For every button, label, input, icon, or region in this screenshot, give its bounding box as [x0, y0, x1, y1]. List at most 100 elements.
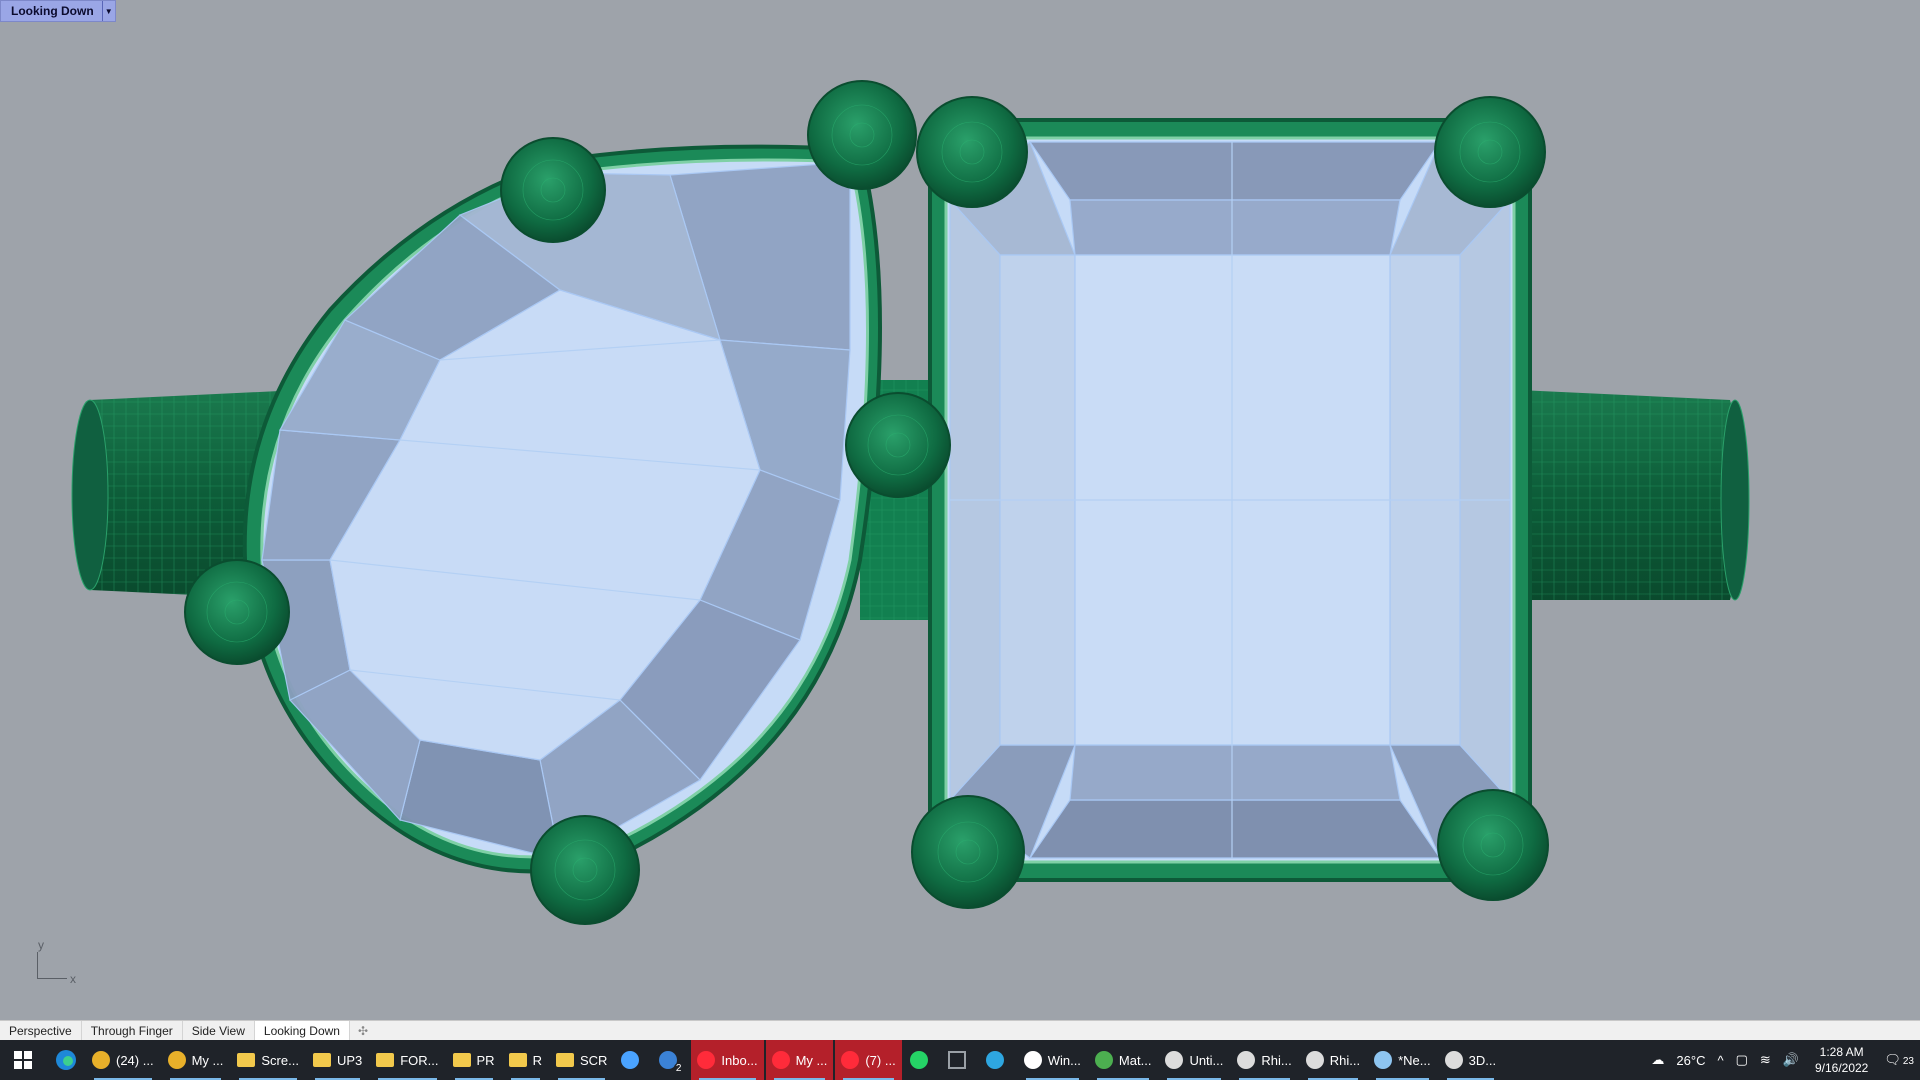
- taskbar-item[interactable]: (24) ...: [86, 1040, 160, 1080]
- viewport-tabs: Perspective Through Finger Side View Loo…: [0, 1020, 1920, 1041]
- weather-icon[interactable]: ☁: [1645, 1052, 1670, 1068]
- taskbar-item[interactable]: [615, 1040, 651, 1080]
- prong: [807, 80, 917, 190]
- notifications-icon[interactable]: 🗨 23: [1878, 1052, 1920, 1068]
- taskbar-item[interactable]: Inbo...: [691, 1040, 764, 1080]
- taskbar-item[interactable]: Unti...: [1159, 1040, 1229, 1080]
- store-icon: [621, 1051, 640, 1069]
- chevron-up-icon[interactable]: ^: [1711, 1053, 1729, 1068]
- prong: [916, 96, 1028, 208]
- taskbar-item[interactable]: SCR: [550, 1040, 613, 1080]
- taskbar-item[interactable]: 2: [653, 1040, 689, 1080]
- notification-count: 23: [1902, 1056, 1914, 1067]
- folder-icon: [376, 1053, 395, 1067]
- viewport-title-label: Looking Down: [11, 4, 94, 18]
- taskbar-item[interactable]: Scre...: [231, 1040, 305, 1080]
- opera-icon: [771, 1051, 790, 1069]
- taskbar-item-label: My ...: [191, 1052, 224, 1068]
- clock-date: 9/16/2022: [1814, 1061, 1869, 1075]
- axis-x-label: x: [70, 972, 76, 986]
- tab-looking-down[interactable]: Looking Down: [254, 1021, 350, 1041]
- taskbar-item-label: FOR...: [400, 1052, 439, 1068]
- opera-icon: [841, 1051, 860, 1069]
- taskbar-item[interactable]: Mat...: [1089, 1040, 1158, 1080]
- viewport-title[interactable]: Looking Down ▼: [0, 0, 116, 22]
- axis-y-label: y: [38, 938, 44, 952]
- edge-icon[interactable]: [46, 1040, 86, 1080]
- taskbar-item-label: Mat...: [1118, 1052, 1152, 1068]
- folder-icon: [508, 1053, 527, 1067]
- taskbar-item[interactable]: *Ne...: [1368, 1040, 1437, 1080]
- folder-icon: [237, 1053, 256, 1067]
- taskbar-item[interactable]: PR: [447, 1040, 501, 1080]
- taskbar-item[interactable]: (7) ...: [835, 1040, 902, 1080]
- prong: [911, 795, 1025, 909]
- chrome-icon: [92, 1051, 110, 1069]
- taskbar-item-label: Win...: [1047, 1052, 1081, 1068]
- taskbar-item[interactable]: Rhi...: [1231, 1040, 1297, 1080]
- axis-indicator: y x: [32, 938, 82, 988]
- taskbar-item-label: (7) ...: [865, 1052, 896, 1068]
- taskbar-item-label: PR: [476, 1052, 495, 1068]
- taskbar-item[interactable]: Win...: [1018, 1040, 1087, 1080]
- taskbar-item-label: R: [532, 1052, 542, 1068]
- taskbar-item-label: Rhi...: [1261, 1052, 1292, 1068]
- tab-perspective[interactable]: Perspective: [0, 1021, 82, 1041]
- chevron-down-icon[interactable]: ▼: [101, 1, 115, 21]
- taskbar-item[interactable]: [904, 1040, 940, 1080]
- tab-through-finger[interactable]: Through Finger: [82, 1021, 183, 1041]
- prong: [500, 137, 606, 243]
- rhino-icon: [1305, 1051, 1324, 1069]
- windows-logo[interactable]: [0, 1040, 46, 1080]
- ring-shank-right: [1520, 390, 1750, 601]
- rhino-icon: [1444, 1051, 1463, 1069]
- tab-side-view[interactable]: Side View: [183, 1021, 255, 1041]
- taskbar-item-label: Scre...: [261, 1052, 299, 1068]
- add-viewport-icon[interactable]: ✣: [350, 1024, 376, 1038]
- taskbar-item[interactable]: [980, 1040, 1016, 1080]
- telegram-icon: [985, 1051, 1004, 1069]
- taskbar-item-label: SCR: [579, 1052, 608, 1068]
- notepad-icon: [1374, 1051, 1393, 1069]
- wifi-icon[interactable]: ≋: [1754, 1052, 1777, 1068]
- taskbar-item[interactable]: My ...: [765, 1040, 834, 1080]
- system-tray: ☁ 26°C ^ ▢ ≋ 🔊 1:28 AM 9/16/2022 🗨 23: [1645, 1040, 1920, 1080]
- folder-icon: [452, 1053, 471, 1067]
- taskbar-item-label: My ...: [795, 1052, 828, 1068]
- shield-icon: [1023, 1051, 1042, 1069]
- taskbar-item[interactable]: R: [503, 1040, 548, 1080]
- taskbar-item-label: Unti...: [1189, 1052, 1224, 1068]
- mail-badge: 2: [673, 1063, 684, 1074]
- matrix-icon: [1094, 1051, 1113, 1069]
- taskbar-item[interactable]: Rhi...: [1300, 1040, 1366, 1080]
- taskbar-item[interactable]: 3D...: [1439, 1040, 1502, 1080]
- taskbar-item[interactable]: FOR...: [370, 1040, 444, 1080]
- clock[interactable]: 1:28 AM 9/16/2022: [1805, 1044, 1878, 1076]
- taskbar-item-label: Inbo...: [721, 1052, 758, 1068]
- taskbar-item[interactable]: UP3: [307, 1040, 368, 1080]
- opera-icon: [697, 1051, 716, 1069]
- prong: [1434, 96, 1546, 208]
- taskbar-item-label: Rhi...: [1329, 1052, 1361, 1068]
- chrome-icon: [167, 1051, 186, 1069]
- rhino-viewport[interactable]: Looking Down ▼ y x: [0, 0, 1920, 1020]
- folder-icon: [555, 1053, 574, 1067]
- meet-icon[interactable]: ▢: [1730, 1052, 1754, 1068]
- taskbar-item[interactable]: My ...: [162, 1040, 230, 1080]
- volume-icon[interactable]: 🔊: [1777, 1052, 1805, 1068]
- prong: [530, 815, 640, 925]
- ring-model-render[interactable]: [0, 0, 1920, 1020]
- folder-icon: [312, 1053, 331, 1067]
- weather-temp[interactable]: 26°C: [1670, 1053, 1711, 1068]
- whatsapp-icon: [909, 1051, 928, 1069]
- calculator-icon: [947, 1051, 966, 1069]
- prong: [1437, 789, 1549, 901]
- taskbar-item-label: 3D...: [1468, 1052, 1497, 1068]
- prong: [184, 559, 290, 665]
- rhino-icon: [1165, 1051, 1184, 1069]
- windows-taskbar: (24) ... My ... Scre... UP3 FOR... PR R SCR 2 Inb…: [0, 1040, 1920, 1080]
- taskbar-item[interactable]: [942, 1040, 978, 1080]
- rhino-icon: [1237, 1051, 1256, 1069]
- taskbar-item-label: (24) ...: [116, 1052, 154, 1068]
- emerald-stone-facets: [949, 141, 1511, 859]
